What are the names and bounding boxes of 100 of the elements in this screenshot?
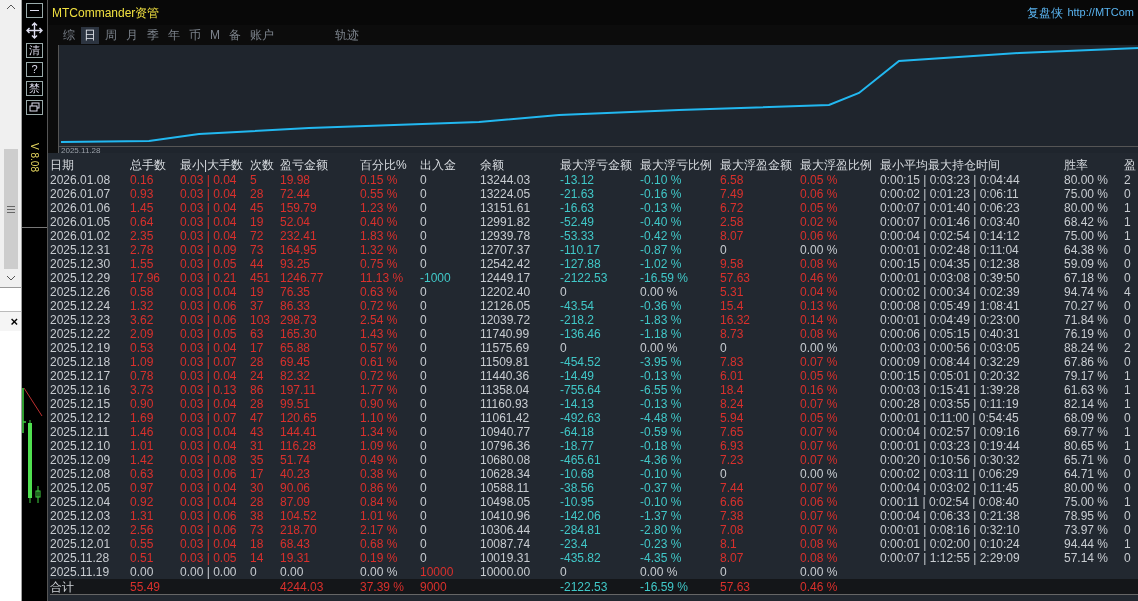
table-cell: 2025.11.19 (50, 566, 110, 578)
table-cell: -14.13 (560, 398, 595, 410)
table-cell: 19 (250, 286, 264, 298)
table-cell: 0 (420, 412, 427, 424)
column-header: 次数 (250, 159, 275, 171)
table-cell: 67.18 % (1064, 272, 1109, 284)
table-cell: 0 (420, 538, 427, 550)
table-cell: 0 (420, 468, 427, 480)
table-cell: 0:00:01 | 0:11:00 | 0:54:45 (880, 412, 1019, 424)
tab[interactable]: 综 (60, 26, 78, 44)
move-icon[interactable] (26, 22, 43, 39)
tab[interactable]: 季 (144, 26, 162, 44)
table-cell: 0.40 % (360, 216, 398, 228)
tab[interactable]: 备 (226, 26, 244, 44)
tab[interactable]: 账户 (247, 26, 277, 44)
tab[interactable]: 周 (102, 26, 120, 44)
table-cell: 1.77 % (360, 384, 398, 396)
table-cell: 80.00 % (1064, 174, 1109, 186)
table-cell: 0 (1124, 412, 1131, 424)
table-cell: 6.58 (720, 174, 744, 186)
column-header: 最大浮盈金额 (720, 159, 793, 171)
table-cell: 0 (420, 384, 427, 396)
table-cell: 0:00:01 | 0:08:16 | 0:32:10 (880, 524, 1020, 536)
table-cell: 0.00 (130, 566, 154, 578)
table-cell: -1000 (420, 272, 451, 284)
table-cell: 0 (250, 566, 257, 578)
table-cell: 0.03 | 0.07 (180, 412, 237, 424)
table-cell: 2025.12.23 (50, 314, 111, 326)
table-cell: 0.03 | 0.04 (180, 230, 237, 242)
tab[interactable]: 轨迹 (332, 26, 362, 44)
table-cell: -454.52 (560, 356, 601, 368)
table-cell: 103 (250, 314, 271, 326)
table-cell: 0 (420, 342, 427, 354)
table-cell: -0.13 % (640, 202, 682, 214)
table-cell: 5 (250, 174, 257, 186)
close-button[interactable]: × (10, 315, 18, 328)
table-cell: 0.90 % (360, 398, 398, 410)
scrollbar-thumb[interactable] (3, 149, 18, 269)
table-cell: 0 (420, 482, 427, 494)
chevron-up-icon[interactable] (5, 4, 16, 10)
table-cell: 0.16 (130, 174, 154, 186)
table-cell: 18 (250, 538, 264, 550)
toolbar-button[interactable]: ? (26, 62, 43, 77)
table-cell: 24 (250, 370, 264, 382)
website-link[interactable]: http://MTCom (1067, 4, 1134, 21)
table-cell: 2.54 % (360, 314, 398, 326)
tab[interactable]: 月 (123, 26, 141, 44)
table-cell: 0:00:01 | 0:04:49 | 0:23:00 (880, 314, 1020, 326)
table-cell: 2.09 (130, 328, 154, 340)
table-cell: 11061.42 (480, 412, 530, 424)
table-cell: 2025.12.11 (50, 426, 110, 438)
chevron-down-icon[interactable] (5, 275, 16, 281)
table-cell: 72.44 (280, 188, 311, 200)
table-cell: 0.05 % (800, 202, 838, 214)
table-cell: 94.44 % (1064, 538, 1109, 550)
table-cell: 4244.03 (280, 580, 324, 593)
table-cell: 40.23 (280, 468, 311, 480)
minimize-icon[interactable] (26, 3, 43, 18)
table-cell: 2025.12.29 (50, 272, 111, 284)
table-cell: 232.41 (280, 230, 317, 242)
table-cell: 0 (1124, 314, 1131, 326)
table-cell: 73 (250, 524, 264, 536)
table-cell: 0:00:28 | 0:03:55 | 0:11:19 (880, 398, 1019, 410)
tab[interactable]: 币 (186, 26, 204, 44)
table-cell: 0 (420, 496, 427, 508)
table-cell: 0.07 % (800, 398, 838, 410)
table-cell: 44 (250, 258, 264, 270)
table-cell: 0 (420, 426, 427, 438)
table-cell: 0.86 % (360, 482, 398, 494)
tab[interactable]: 日 (81, 26, 99, 44)
table-cell: 76.35 (280, 286, 311, 298)
table-cell: 11160.93 (480, 398, 529, 410)
table-cell: 8.1 (720, 538, 737, 550)
table-cell: 61.63 % (1064, 384, 1109, 396)
table-cell: 76.19 % (1064, 328, 1109, 340)
table-cell: 1246.77 (280, 272, 324, 284)
table-cell: 0.06 % (800, 188, 838, 200)
table-cell: 0:00:02 | 0:01:23 | 0:06:11 (880, 188, 1019, 200)
table-cell: 59.09 % (1064, 258, 1109, 270)
restore-icon[interactable] (26, 100, 43, 115)
tab[interactable]: M (207, 26, 223, 44)
table-cell: 1 (1124, 216, 1131, 228)
table-cell: 0.08 % (800, 258, 838, 270)
table-cell: -3.95 % (640, 356, 682, 368)
table-cell: 11.13 % (360, 272, 404, 284)
table-cell: 0 (420, 328, 427, 340)
table-cell: 11740.99 (480, 328, 530, 340)
table-cell: 1.55 (130, 258, 154, 270)
tab[interactable]: 年 (165, 26, 183, 44)
toolbar-button[interactable]: 禁 (26, 81, 43, 96)
table-cell: 0 (1124, 244, 1131, 256)
version-label: V 8.08 (28, 142, 41, 172)
table-cell: -136.46 (560, 328, 601, 340)
table-cell: 0.03 | 0.05 (180, 328, 237, 340)
toolbar-button[interactable]: 清 (26, 43, 43, 58)
table-cell: 79.17 % (1064, 370, 1109, 382)
table-cell: 70.27 % (1064, 300, 1109, 312)
table-cell: 0 (420, 230, 427, 242)
table-cell: 0:00:01 | 0:02:48 | 0:11:04 (880, 244, 1019, 256)
table-cell: 30 (250, 482, 264, 494)
